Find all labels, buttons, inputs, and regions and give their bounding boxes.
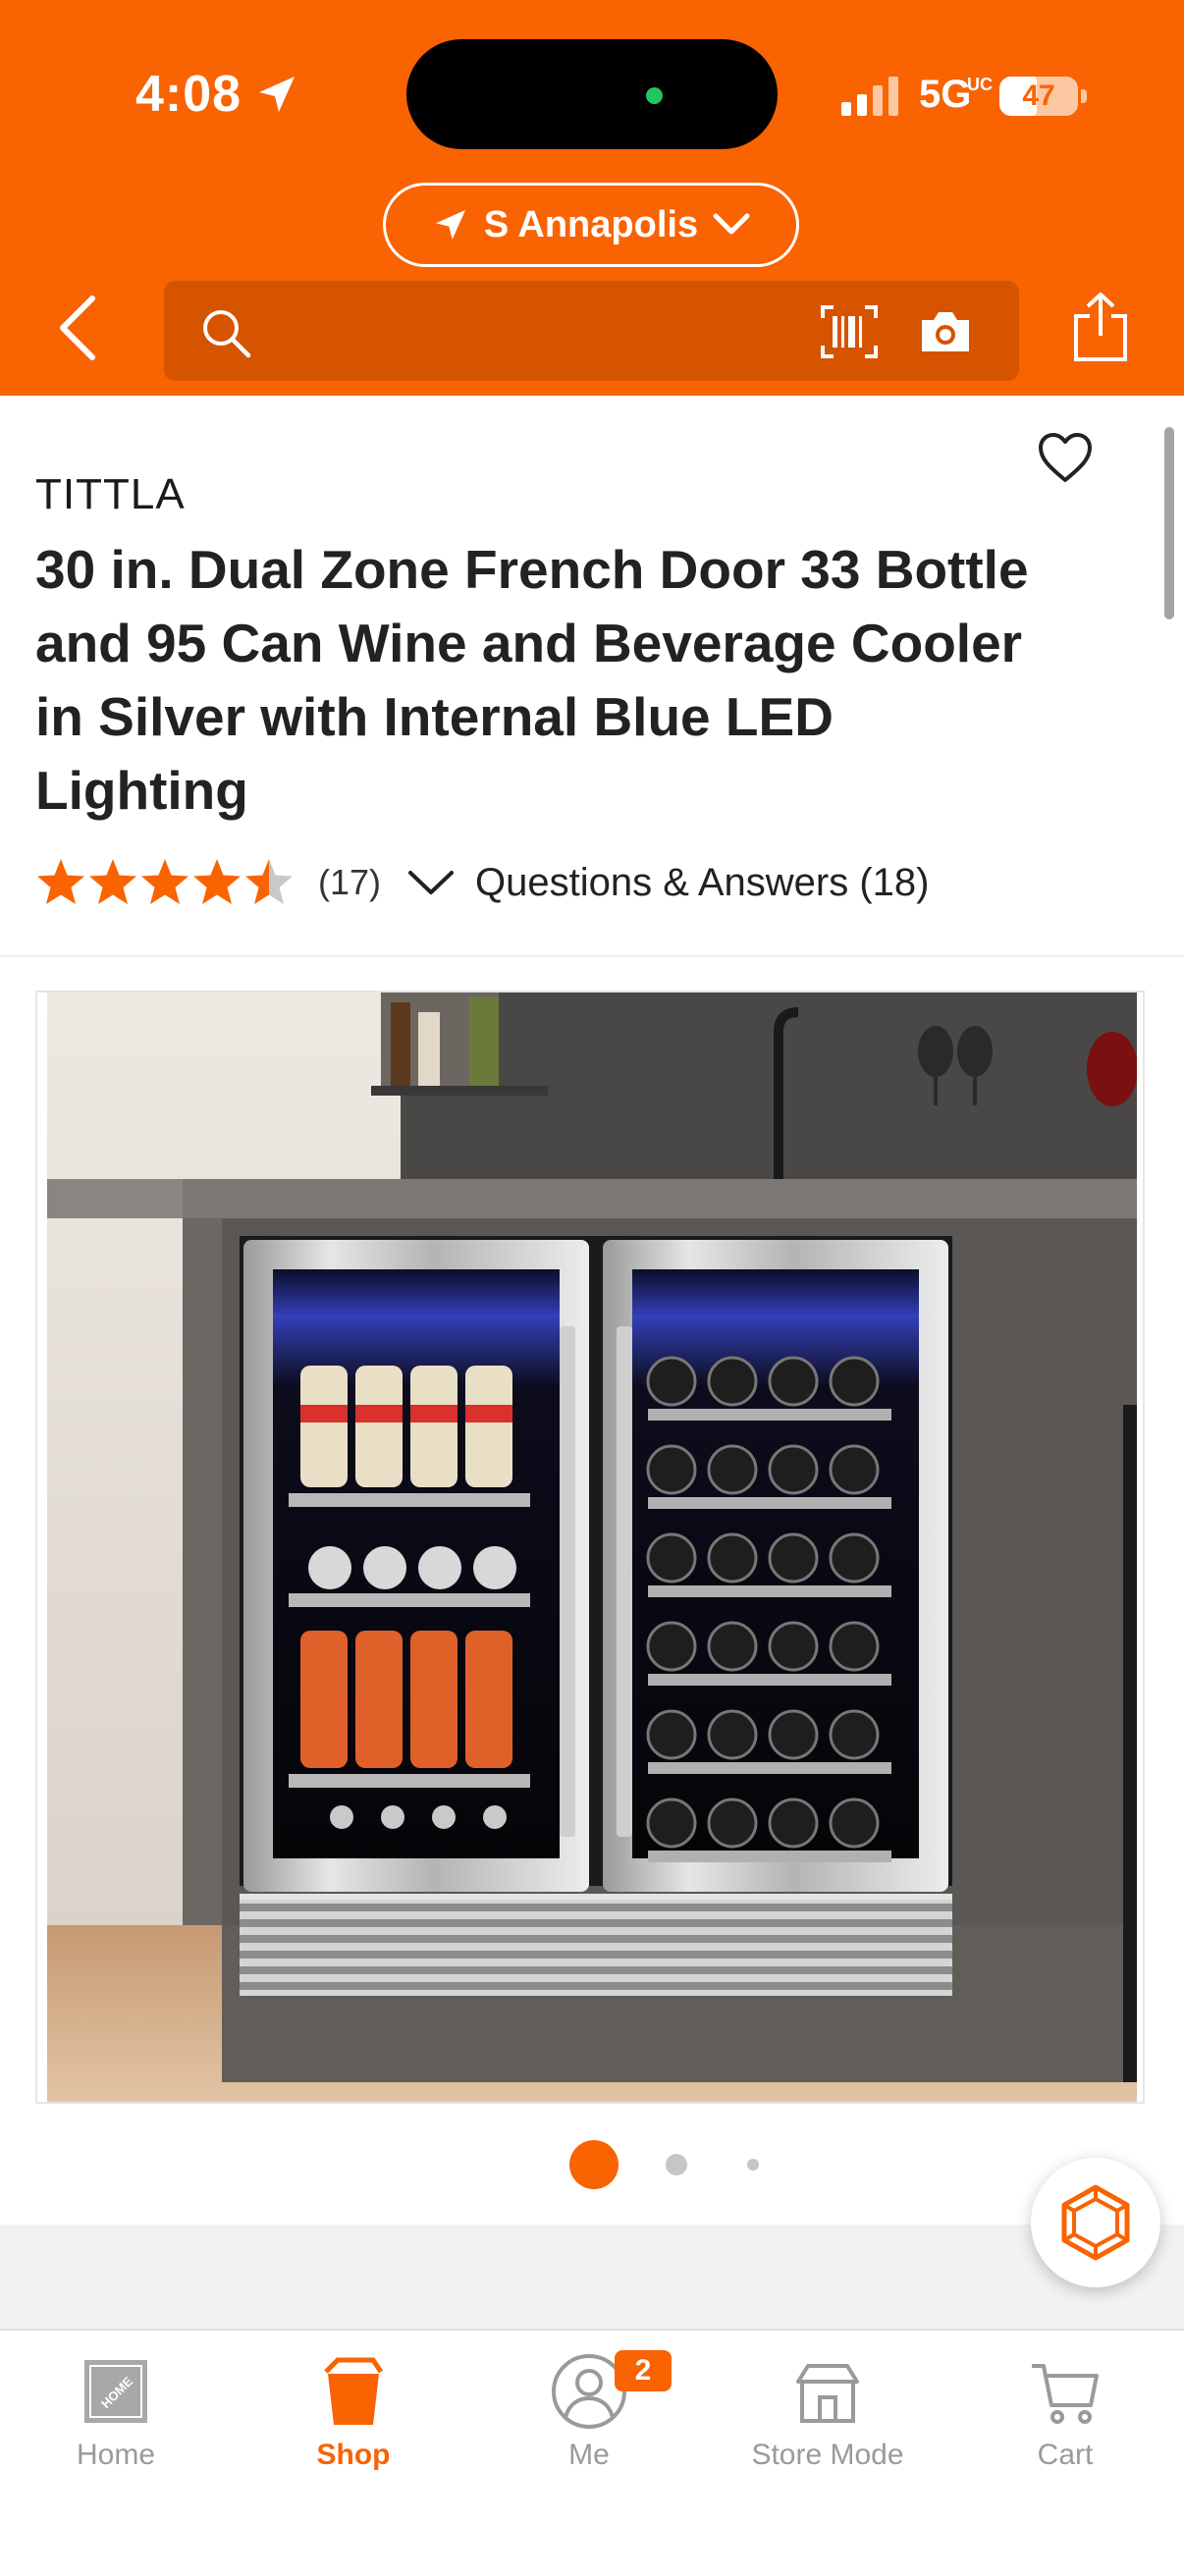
pagination-dot-active[interactable] xyxy=(569,2140,619,2189)
hd-assistant-button[interactable] xyxy=(1031,2158,1160,2287)
questions-answers-link[interactable]: Questions & Answers (18) xyxy=(475,861,929,905)
nav-home[interactable]: HOME Home xyxy=(8,2331,224,2507)
star-rating-icon[interactable] xyxy=(35,857,293,908)
product-title: 30 in. Dual Zone French Door 33 Bottle a… xyxy=(35,539,1029,821)
store-icon xyxy=(796,2364,859,2423)
home-depot-logo-icon: HOME xyxy=(84,2360,147,2423)
app-header: 4:08 5G UC 47 S Annapolis xyxy=(0,0,1184,396)
search-input[interactable] xyxy=(262,300,875,363)
battery-percent: 47 xyxy=(1022,80,1055,112)
camera-indicator-dot xyxy=(646,87,663,104)
nav-label: Cart xyxy=(1037,2439,1094,2471)
chevron-down-icon[interactable] xyxy=(406,865,456,900)
search-icon xyxy=(203,310,251,358)
review-count[interactable]: (17) xyxy=(318,862,381,903)
nav-cart[interactable]: Cart xyxy=(957,2331,1173,2507)
search-bar[interactable] xyxy=(164,281,1019,381)
notification-badge: 2 xyxy=(615,2350,672,2391)
pagination-dot[interactable] xyxy=(747,2159,759,2171)
nav-label: Shop xyxy=(316,2439,391,2471)
nav-label: Me xyxy=(568,2439,610,2471)
nav-me[interactable]: 2 Me xyxy=(481,2331,697,2507)
store-name: S Annapolis xyxy=(483,203,699,245)
share-icon[interactable] xyxy=(1068,291,1133,363)
cellular-signal-icon xyxy=(841,77,898,116)
cart-icon xyxy=(1032,2364,1099,2424)
network-type: 5G xyxy=(919,73,972,116)
battery-tip xyxy=(1081,89,1087,103)
scroll-indicator[interactable] xyxy=(1164,427,1174,619)
rating-row: (17) Questions & Answers (18) xyxy=(35,843,929,922)
divider xyxy=(0,955,1184,957)
shop-bucket-icon xyxy=(324,2357,384,2425)
chevron-down-icon xyxy=(713,213,750,235)
nav-store-mode[interactable]: Store Mode xyxy=(720,2331,936,2507)
nav-label: Home xyxy=(76,2439,156,2471)
product-image-carousel[interactable] xyxy=(35,991,1145,2104)
back-icon[interactable] xyxy=(49,293,108,363)
store-selector-button[interactable]: S Annapolis xyxy=(383,183,799,267)
product-card: TITTLA 30 in. Dual Zone French Door 33 B… xyxy=(0,396,1184,2225)
image-pagination-dots xyxy=(569,2140,815,2189)
product-brand[interactable]: TITTLA xyxy=(35,470,186,519)
bottom-navigation: HOME Home Shop 2 Me Store Mode Cart xyxy=(0,2329,1184,2576)
favorite-heart-icon[interactable] xyxy=(1037,431,1094,484)
product-image[interactable] xyxy=(47,993,1137,2102)
location-arrow-icon xyxy=(435,210,465,240)
pagination-dot[interactable] xyxy=(666,2154,687,2175)
barcode-scanner-icon[interactable] xyxy=(820,304,879,359)
battery-icon: 47 xyxy=(999,77,1078,116)
camera-icon[interactable] xyxy=(918,306,973,357)
nav-shop[interactable]: Shop xyxy=(245,2331,461,2507)
hexagon-assistant-icon xyxy=(1061,2184,1130,2261)
nav-label: Store Mode xyxy=(751,2439,904,2471)
dynamic-island xyxy=(406,39,778,149)
network-subtype: UC xyxy=(967,75,993,94)
location-services-icon xyxy=(259,77,295,112)
status-time: 4:08 xyxy=(135,66,242,123)
